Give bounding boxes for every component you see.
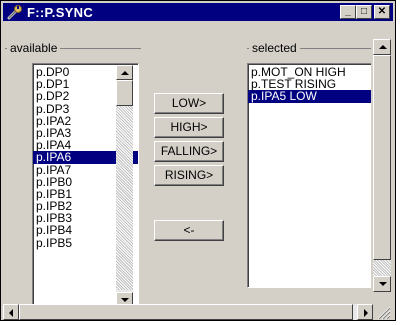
scroll-down-button[interactable] [373, 276, 391, 292]
selected-item-highlighted[interactable]: p.IPA5 LOW [248, 90, 371, 103]
arrow-up-icon [379, 45, 387, 49]
scroll-track[interactable] [373, 260, 391, 276]
arrow-left-icon [9, 309, 13, 317]
available-list[interactable]: p.DP0 p.DP1 p.DP2 p.DP3 p.IPA2 p.IPA3 p.… [32, 63, 139, 309]
minimize-button[interactable]: _ [340, 5, 356, 19]
horizontal-scrollbar[interactable] [3, 304, 373, 320]
sync-window: F::P.SYNC _ □ ✕ available p.DP0 p.DP1 p.… [0, 0, 396, 321]
selected-items: p.MOT_ON HIGH p.TEST RISING p.IPA5 LOW [248, 64, 371, 103]
selected-label: selected [249, 41, 300, 55]
add-high-button[interactable]: HIGH> [154, 117, 224, 138]
scroll-thumb[interactable] [116, 80, 133, 106]
selected-scrollbar[interactable] [373, 39, 391, 292]
scroll-thumb[interactable] [373, 55, 391, 260]
resize-grip-icon[interactable] [375, 304, 391, 320]
available-scrollbar[interactable] [116, 65, 133, 307]
arrow-right-icon [364, 309, 368, 317]
arrow-up-icon [121, 71, 129, 75]
add-rising-button[interactable]: RISING> [154, 165, 224, 186]
available-label: available [7, 41, 61, 55]
add-low-button[interactable]: LOW> [154, 93, 224, 114]
close-button[interactable]: ✕ [374, 5, 390, 19]
scroll-right-button[interactable] [357, 304, 373, 320]
scroll-up-button[interactable] [116, 65, 133, 80]
maximize-button[interactable]: □ [356, 5, 372, 19]
wrench-icon [7, 5, 22, 20]
arrow-down-icon [121, 298, 129, 302]
selected-list[interactable]: p.MOT_ON HIGH p.TEST RISING p.IPA5 LOW [247, 63, 371, 288]
horizontal-scroll-thumb[interactable] [19, 304, 353, 320]
scroll-up-button[interactable] [373, 39, 391, 55]
scroll-track[interactable] [116, 95, 133, 290]
scroll-left-button[interactable] [3, 304, 19, 320]
arrow-down-icon [379, 282, 387, 286]
title-bar[interactable]: F::P.SYNC _ □ ✕ [3, 3, 393, 21]
selected-group: selected [247, 41, 371, 55]
remove-button[interactable]: <- [154, 220, 224, 241]
add-falling-button[interactable]: FALLING> [154, 141, 224, 162]
available-group: available [5, 41, 141, 55]
window-title: F::P.SYNC [27, 5, 94, 20]
